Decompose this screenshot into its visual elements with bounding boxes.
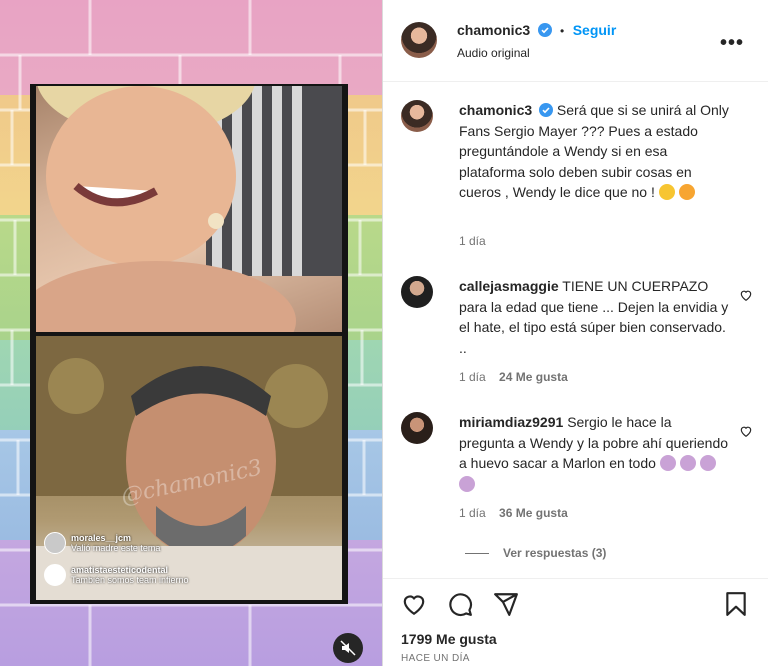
mute-button[interactable] (333, 633, 363, 663)
live-comment-text: También somos team infierno (71, 575, 189, 585)
live-guest-frame (36, 86, 342, 332)
comment-body: callejasmaggie TIENE UN CUERPAZO para la… (459, 276, 729, 358)
view-replies-label: Ver respuestas (3) (503, 546, 607, 560)
person-emoji-icon (459, 475, 475, 492)
person-emoji-icon (679, 455, 696, 471)
post-header: chamonic3 • Seguir Audio original ••• (383, 0, 768, 82)
live-host-frame: morales__jcm Valió madre este tema amati… (36, 336, 342, 600)
live-comment: morales__jcm Valió madre este tema (44, 532, 160, 554)
person-emoji-icon (659, 455, 676, 471)
comment-time: 1 día (459, 506, 486, 520)
author-username[interactable]: chamonic3 (457, 22, 530, 38)
comment-meta: 1 día 24 Me gusta (459, 370, 568, 384)
share-send-icon[interactable] (493, 591, 519, 617)
like-comment-heart-icon[interactable] (739, 424, 753, 438)
video-frame[interactable]: morales__jcm Valió madre este tema amati… (30, 84, 348, 604)
live-comment-text: Valió madre este tema (71, 543, 161, 553)
like-heart-icon[interactable] (401, 591, 427, 617)
save-bookmark-icon[interactable] (723, 591, 749, 617)
commenter-avatar[interactable] (401, 276, 433, 308)
comment-body: miriamdiaz9291 Sergio le hace la pregunt… (459, 412, 729, 494)
author-avatar[interactable] (401, 100, 433, 132)
author-avatar[interactable] (401, 22, 437, 58)
caption-body: chamonic3 Será que si se unirá al Only F… (459, 100, 729, 203)
verified-badge-icon (537, 23, 552, 37)
post-media[interactable]: morales__jcm Valió madre este tema amati… (0, 0, 382, 666)
comment-icon[interactable] (447, 591, 473, 617)
comment-time: 1 día (459, 370, 486, 384)
live-comment-user: amatistaesteticodental (71, 565, 169, 575)
tongue-emoji-icon (678, 184, 695, 200)
comments-section: chamonic3 Será que si se unirá al Only F… (383, 82, 768, 578)
caption-time: 1 día (459, 234, 486, 248)
more-options-icon[interactable]: ••• (720, 32, 744, 55)
separator-dot: • (560, 24, 565, 38)
host-figure (36, 336, 342, 600)
comment-meta: 1 día 36 Me gusta (459, 506, 568, 520)
likes-count[interactable]: 1799 Me gusta (401, 631, 497, 647)
live-comment-user: morales__jcm (71, 533, 132, 543)
posted-time: HACE UN DÍA (401, 653, 470, 664)
like-comment-heart-icon[interactable] (739, 288, 753, 302)
avatar (44, 564, 66, 586)
follow-button[interactable]: Seguir (573, 22, 617, 38)
live-comment: amatistaesteticodental También somos tea… (44, 564, 189, 586)
commenter-avatar[interactable] (401, 412, 433, 444)
person-emoji-icon (699, 455, 716, 471)
comment-likes[interactable]: 24 Me gusta (499, 370, 568, 384)
comment-likes[interactable]: 36 Me gusta (499, 506, 568, 520)
verified-badge-icon (539, 103, 554, 117)
avatar (44, 532, 66, 554)
muted-speaker-icon (340, 640, 356, 656)
guest-figure (36, 86, 342, 332)
caption-username[interactable]: chamonic3 (459, 102, 532, 118)
replies-divider (465, 552, 489, 554)
post-sidebar: chamonic3 • Seguir Audio original ••• ch… (382, 0, 768, 666)
grimacing-emoji-icon (658, 184, 675, 200)
audio-label[interactable]: Audio original (457, 46, 530, 60)
comment-username[interactable]: miriamdiaz9291 (459, 414, 563, 430)
view-replies-button[interactable]: Ver respuestas (3) (465, 546, 606, 560)
comment-username[interactable]: callejasmaggie (459, 278, 559, 294)
post-actions: 1799 Me gusta HACE UN DÍA (383, 578, 768, 666)
